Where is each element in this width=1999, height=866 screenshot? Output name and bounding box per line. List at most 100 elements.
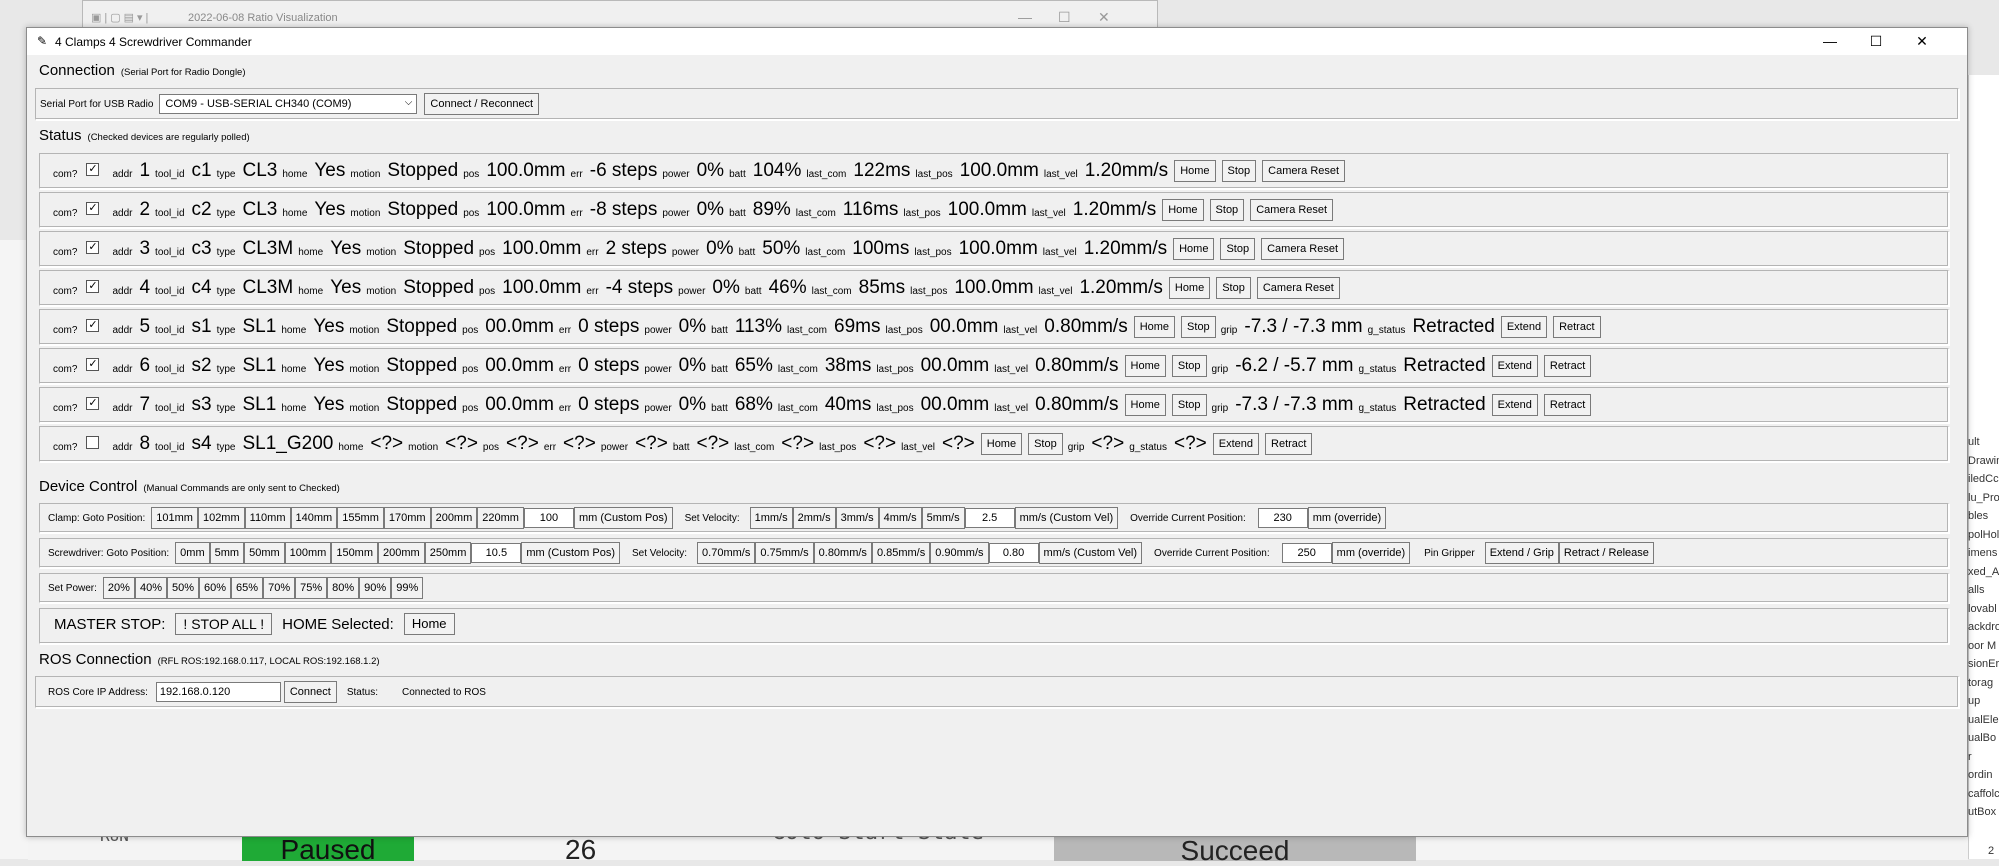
field-value-batt: 68%: [734, 394, 773, 415]
screwdriver-velocity-button[interactable]: 0.80mm/s: [813, 542, 872, 564]
clamp-override-input[interactable]: 230: [1257, 508, 1308, 528]
stop-all-button[interactable]: ! STOP ALL !: [175, 613, 273, 635]
stop-button[interactable]: Stop: [1221, 160, 1257, 182]
clamp-custom-pos-input[interactable]: 100: [523, 508, 574, 528]
camera-reset-button[interactable]: Camera Reset: [1261, 238, 1345, 260]
set-power-button[interactable]: 90%: [359, 577, 392, 599]
clamp-velocity-button[interactable]: 4mm/s: [878, 507, 922, 529]
extend-grip-button[interactable]: Extend / Grip: [1484, 542, 1559, 564]
camera-reset-button[interactable]: Camera Reset: [1256, 277, 1340, 299]
extend-button[interactable]: Extend: [1500, 316, 1548, 338]
field-label-tool-id: tool_id: [155, 441, 185, 453]
extend-button[interactable]: Extend: [1491, 394, 1538, 416]
camera-reset-button[interactable]: Camera Reset: [1262, 160, 1346, 182]
home-button[interactable]: Home: [1133, 316, 1176, 338]
stop-button[interactable]: Stop: [1171, 355, 1207, 377]
stop-button[interactable]: Stop: [1028, 433, 1063, 455]
camera-reset-button[interactable]: Camera Reset: [1250, 199, 1334, 221]
poll-checkbox[interactable]: ✓: [86, 279, 100, 293]
home-button[interactable]: Home: [1162, 199, 1204, 221]
clamp-velocity-button[interactable]: 5mm/s: [921, 507, 965, 529]
screwdriver-goto-position-button[interactable]: 150mm: [331, 542, 379, 564]
stop-button[interactable]: Stop: [1220, 238, 1256, 260]
extend-button[interactable]: Extend: [1491, 355, 1538, 377]
clamp-goto-position-button[interactable]: 220mm: [477, 507, 524, 529]
field-label-tool-id: tool_id: [155, 207, 185, 219]
home-button[interactable]: Home: [1124, 394, 1166, 416]
screwdriver-override-input[interactable]: 250: [1281, 543, 1332, 563]
set-power-button[interactable]: 60%: [199, 577, 232, 599]
field-label-motion: motion: [349, 363, 380, 375]
screwdriver-velocity-button[interactable]: 0.70mm/s: [697, 542, 756, 564]
set-power-button[interactable]: 75%: [295, 577, 328, 599]
set-power-button[interactable]: 70%: [263, 577, 296, 599]
clamp-goto-position-button[interactable]: 101mm: [151, 507, 198, 529]
set-power-button[interactable]: 99%: [391, 577, 424, 599]
clamp-goto-position-button[interactable]: 102mm: [197, 507, 245, 529]
serial-port-select[interactable]: COM9 - USB-SERIAL CH340 (COM9) ⌵: [159, 94, 418, 114]
clamp-custom-vel-button[interactable]: mm/s (Custom Vel): [1014, 507, 1119, 529]
home-button[interactable]: Home: [980, 433, 1023, 455]
poll-checkbox[interactable]: ✓: [86, 396, 100, 410]
extend-button[interactable]: Extend: [1212, 433, 1260, 455]
field-label-type: type: [216, 324, 236, 336]
clamp-goto-position-button[interactable]: 140mm: [290, 507, 338, 529]
screwdriver-goto-position-button[interactable]: 0mm: [175, 542, 210, 564]
connect-reconnect-button[interactable]: Connect / Reconnect: [424, 93, 540, 115]
poll-checkbox[interactable]: ✓: [86, 162, 100, 176]
screwdriver-custom-vel-button[interactable]: mm/s (Custom Vel): [1038, 542, 1143, 564]
screwdriver-custom-vel-input[interactable]: 0.80: [988, 543, 1039, 563]
retract-button[interactable]: Retract: [1553, 316, 1601, 338]
close-button[interactable]: ✕: [1899, 28, 1945, 55]
home-button[interactable]: Home: [1174, 160, 1216, 182]
poll-checkbox[interactable]: ✓: [86, 240, 100, 254]
home-selected-button[interactable]: Home: [403, 613, 455, 635]
clamp-velocity-button[interactable]: 3mm/s: [835, 507, 879, 529]
clamp-velocity-button[interactable]: 2mm/s: [792, 507, 836, 529]
retract-button[interactable]: Retract: [1543, 355, 1592, 377]
set-power-button[interactable]: 65%: [231, 577, 264, 599]
ros-ip-input[interactable]: 192.168.0.120: [155, 682, 281, 702]
clamp-custom-pos-button[interactable]: mm (Custom Pos): [573, 507, 673, 529]
clamp-goto-position-button[interactable]: 170mm: [383, 507, 431, 529]
stop-button[interactable]: Stop: [1181, 316, 1216, 338]
field-label-com: com?: [53, 207, 78, 219]
poll-checkbox[interactable]: ✓: [86, 318, 100, 332]
screwdriver-goto-position-button[interactable]: 50mm: [244, 542, 285, 564]
poll-checkbox[interactable]: ✓: [86, 201, 100, 215]
minimize-button[interactable]: —: [1807, 28, 1853, 55]
clamp-goto-position-button[interactable]: 200mm: [430, 507, 478, 529]
home-button[interactable]: Home: [1173, 238, 1215, 260]
retract-release-button[interactable]: Retract / Release: [1558, 542, 1654, 564]
screwdriver-velocity-button[interactable]: 0.90mm/s: [930, 542, 989, 564]
poll-checkbox[interactable]: ✓: [86, 357, 100, 371]
stop-button[interactable]: Stop: [1216, 277, 1251, 299]
clamp-custom-vel-input[interactable]: 2.5: [964, 508, 1015, 528]
ros-connect-button[interactable]: Connect: [283, 681, 337, 703]
stop-button[interactable]: Stop: [1171, 394, 1207, 416]
screwdriver-goto-position-button[interactable]: 5mm: [209, 542, 245, 564]
screwdriver-goto-position-button[interactable]: 100mm: [284, 542, 332, 564]
home-button[interactable]: Home: [1124, 355, 1166, 377]
retract-button[interactable]: Retract: [1265, 433, 1313, 455]
set-power-button[interactable]: 40%: [134, 577, 167, 599]
stop-button[interactable]: Stop: [1209, 199, 1245, 221]
screwdriver-custom-pos-button[interactable]: mm (Custom Pos): [521, 542, 621, 564]
screwdriver-velocity-button[interactable]: 0.85mm/s: [871, 542, 931, 564]
screwdriver-velocity-button[interactable]: 0.75mm/s: [755, 542, 814, 564]
set-power-button[interactable]: 50%: [166, 577, 200, 599]
poll-checkbox[interactable]: [86, 435, 100, 449]
clamp-velocity-button[interactable]: 1mm/s: [749, 507, 793, 529]
set-power-button[interactable]: 80%: [327, 577, 360, 599]
screwdriver-goto-position-button[interactable]: 250mm: [424, 542, 472, 564]
set-power-button[interactable]: 20%: [102, 577, 135, 599]
home-button[interactable]: Home: [1168, 277, 1211, 299]
clamp-goto-position-button[interactable]: 110mm: [244, 507, 291, 529]
clamp-goto-position-button[interactable]: 155mm: [337, 507, 384, 529]
screwdriver-override-button[interactable]: mm (override): [1331, 542, 1411, 564]
screwdriver-goto-position-button[interactable]: 200mm: [378, 542, 425, 564]
maximize-button[interactable]: ☐: [1853, 28, 1899, 55]
clamp-override-button[interactable]: mm (override): [1307, 507, 1387, 529]
retract-button[interactable]: Retract: [1543, 394, 1592, 416]
screwdriver-custom-pos-input[interactable]: 10.5: [471, 543, 522, 563]
